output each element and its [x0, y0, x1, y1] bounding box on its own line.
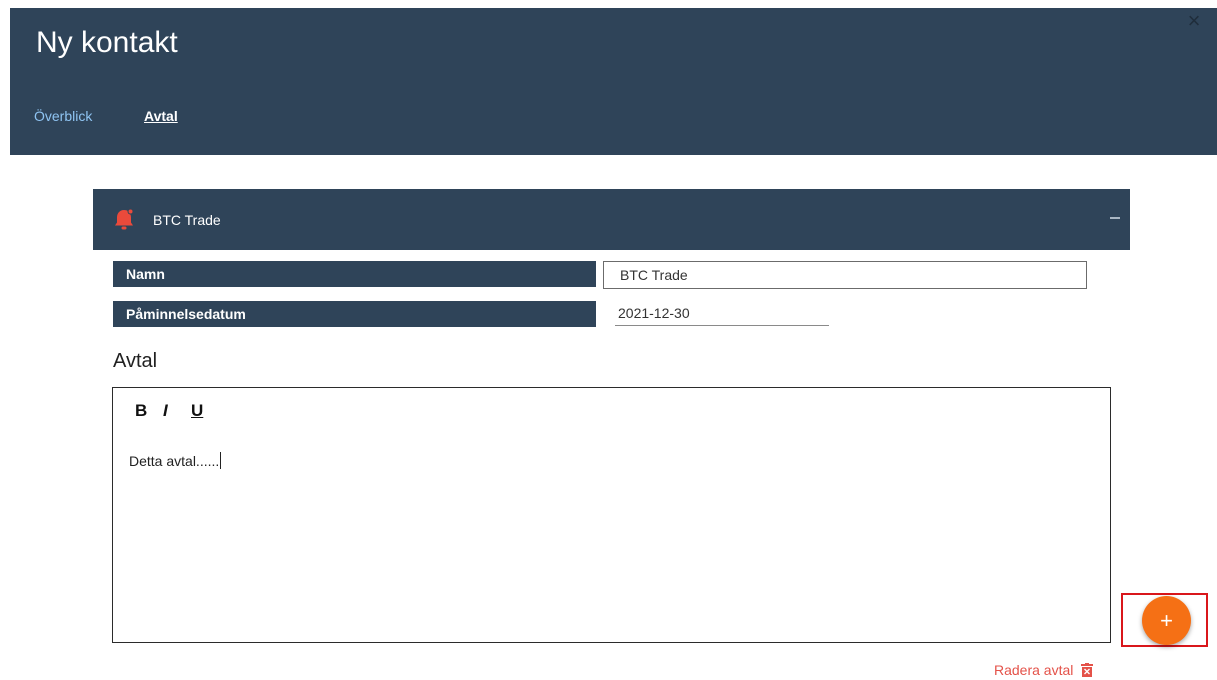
dialog-header: Ny kontakt × Överblick Avtal	[10, 8, 1217, 155]
agreement-heading: Avtal	[113, 350, 158, 372]
delete-agreement-link[interactable]: Radera avtal	[994, 662, 1094, 678]
trash-icon	[1081, 663, 1094, 677]
name-input[interactable]	[603, 261, 1087, 289]
agreement-panel-header[interactable]: BTC Trade	[93, 189, 1130, 250]
reminder-date-input[interactable]	[615, 301, 829, 326]
editor-content[interactable]: Detta avtal......	[129, 452, 222, 469]
agreement-panel-title: BTC Trade	[153, 212, 221, 228]
bell-alert-icon	[115, 208, 134, 230]
collapse-minus-icon[interactable]	[1110, 217, 1120, 219]
tab-overview[interactable]: Överblick	[34, 108, 92, 124]
close-icon[interactable]: ×	[1185, 10, 1203, 32]
editor-text: Detta avtal......	[129, 453, 220, 469]
name-label: Namn	[113, 261, 596, 287]
italic-button[interactable]: I	[163, 401, 168, 421]
underline-button[interactable]: U	[191, 401, 203, 421]
add-agreement-button[interactable]: +	[1142, 596, 1191, 645]
bold-button[interactable]: B	[135, 401, 147, 421]
reminder-date-label: Påminnelsedatum	[113, 301, 596, 327]
text-caret	[220, 452, 222, 469]
delete-agreement-label: Radera avtal	[994, 662, 1074, 678]
tab-avtal[interactable]: Avtal	[144, 108, 178, 124]
dialog-title: Ny kontakt	[36, 26, 178, 59]
rich-text-editor[interactable]: B I U Detta avtal......	[112, 387, 1111, 643]
